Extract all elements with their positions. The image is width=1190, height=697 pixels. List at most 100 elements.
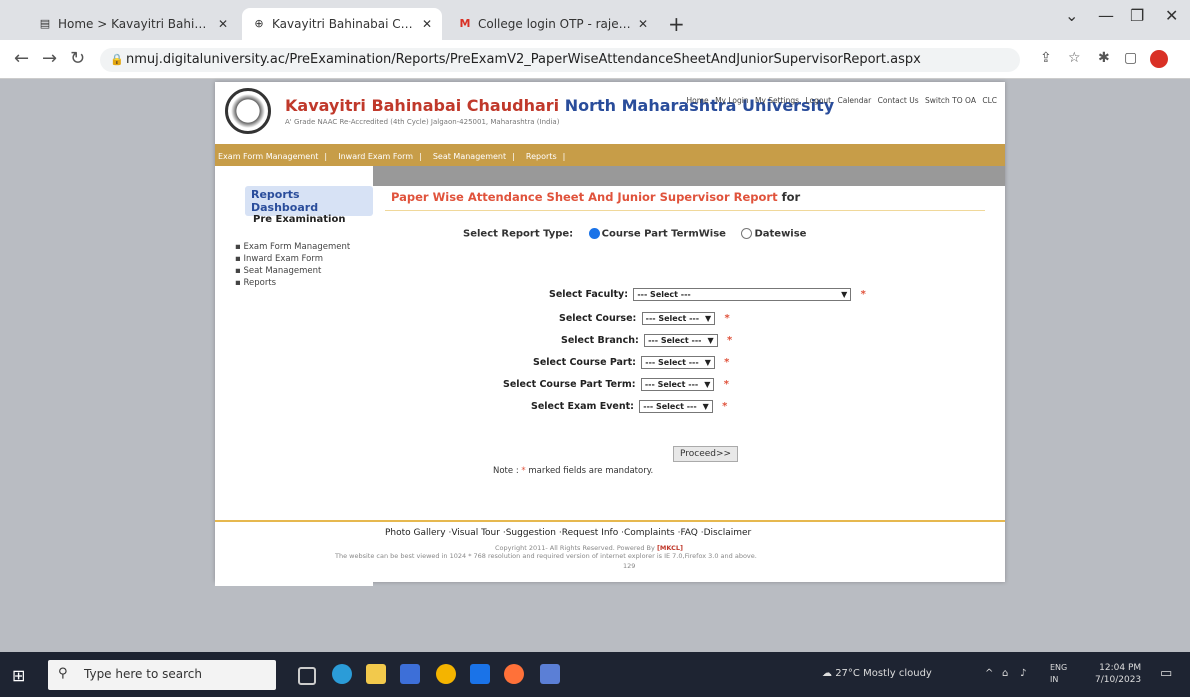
reload-icon[interactable]: ↻ [70, 48, 85, 69]
footer-link-photo-gallery[interactable]: Photo Gallery [385, 528, 446, 538]
footer-link-request-info[interactable]: Request Info [562, 528, 618, 538]
link-contact-us[interactable]: Contact Us [878, 96, 919, 105]
weather-temp: 27°C [835, 668, 860, 679]
store-icon[interactable] [400, 664, 420, 684]
minimize-icon[interactable]: — [1098, 6, 1114, 25]
radio-course-part-termwise[interactable] [588, 228, 600, 239]
field-label: Select Branch: [561, 335, 639, 346]
footer-link-visual-tour[interactable]: Visual Tour [451, 528, 500, 538]
search-icon: ⚲ [58, 666, 68, 681]
link-my-login[interactable]: My Login [715, 96, 749, 105]
tray-chevron-icon[interactable]: ^ [985, 668, 993, 679]
field-label: Select Faculty: [549, 289, 628, 300]
page-title: Paper Wise Attendance Sheet And Junior S… [391, 190, 800, 204]
close-icon[interactable]: ✕ [218, 17, 228, 31]
profile-avatar[interactable] [1150, 50, 1168, 68]
tab-label: College login OTP - rajeshjadha [478, 17, 632, 31]
sidebar-item-seat-management[interactable]: ▪ Seat Management [235, 266, 321, 276]
sidebar-item-reports[interactable]: ▪ Reports [235, 278, 276, 288]
note-prefix: Note : [493, 466, 519, 476]
volume-icon[interactable]: ♪ [1020, 668, 1026, 679]
address-bar-area: ← → ↻ 🔒 nmuj.digitaluniversity.ac/PreExa… [0, 40, 1190, 79]
notification-icon[interactable]: ▭ [1160, 666, 1172, 681]
select-value: --- Select --- [645, 314, 700, 323]
sidebar-item-label: Exam Form Management [243, 242, 351, 252]
sidebar-item-exam-form-management[interactable]: ▪ Exam Form Management [235, 242, 350, 252]
footer-link-suggestion[interactable]: Suggestion [506, 528, 556, 538]
weather-widget[interactable]: ☁ 27°C Mostly cloudy [822, 668, 932, 679]
file-explorer-icon[interactable] [366, 664, 386, 684]
clock[interactable]: 12:04 PM 7/10/2023 [1095, 662, 1141, 686]
exam-event-row: Select Exam Event: --- Select --- ▼ * [531, 400, 727, 413]
course-part-select[interactable]: --- Select --- ▼ [641, 356, 715, 369]
extensions-icon[interactable]: ✱ [1098, 50, 1110, 66]
link-my-settings[interactable]: My Settings [755, 96, 799, 105]
footer-link-faq[interactable]: FAQ [680, 528, 697, 538]
mail-icon[interactable] [470, 664, 490, 684]
mandatory-note: Note : * marked fields are mandatory. [493, 466, 653, 476]
radio-label: Course Part TermWise [601, 228, 726, 240]
chevron-down-icon: ▼ [707, 336, 714, 345]
radio-datewise[interactable] [741, 228, 753, 239]
copyright-text: Copyright 2011- All Rights Reserved. Pow… [495, 544, 655, 552]
maximize-icon[interactable]: ❐ [1130, 6, 1144, 25]
star-icon[interactable]: ☆ [1068, 50, 1081, 66]
link-switch-oa[interactable]: Switch TO OA [925, 96, 976, 105]
tab-gmail[interactable]: M College login OTP - rajeshjadha ✕ [448, 8, 658, 40]
sidebar-title[interactable]: Reports Dashboard [245, 186, 373, 216]
powered-by[interactable]: [MKCL] [657, 544, 683, 552]
menu-exam-form-management[interactable]: Exam Form Management [215, 152, 321, 161]
forward-icon[interactable]: → [42, 48, 57, 69]
best-view-text: The website can be best viewed in 1024 *… [335, 552, 757, 560]
firefox-icon[interactable] [504, 664, 524, 684]
exam-event-select[interactable]: --- Select --- ▼ [639, 400, 713, 413]
menu-seat-management[interactable]: Seat Management [430, 152, 509, 161]
proceed-button[interactable]: Proceed>> [673, 446, 739, 462]
taskbar-search[interactable]: ⚲ Type here to search [48, 660, 276, 690]
sidebar-item-label: Inward Exam Form [243, 254, 323, 264]
sidebar-item-inward-exam-form[interactable]: ▪ Inward Exam Form [235, 254, 323, 264]
link-calendar[interactable]: Calendar [838, 96, 872, 105]
share-icon[interactable]: ⇪ [1040, 50, 1052, 66]
link-clc[interactable]: CLC [982, 96, 997, 105]
university-logo [225, 88, 271, 134]
tab-home[interactable]: ▤ Home > Kavayitri Bahinabai Cha ✕ [28, 8, 238, 40]
course-select[interactable]: --- Select --- ▼ [641, 312, 716, 325]
back-icon[interactable]: ← [14, 48, 29, 69]
url-bar[interactable]: 🔒 nmuj.digitaluniversity.ac/PreExaminati… [100, 48, 1020, 72]
field-label: Select Course Part: [533, 357, 636, 368]
chevron-down-icon[interactable]: ⌄ [1065, 6, 1078, 25]
select-value: --- Select --- [648, 336, 702, 345]
edge-icon[interactable] [332, 664, 352, 684]
app-icon[interactable] [540, 664, 560, 684]
link-logout[interactable]: Logout [805, 96, 831, 105]
new-tab-icon[interactable]: + [668, 12, 685, 36]
footer-link-disclaimer[interactable]: Disclaimer [704, 528, 752, 538]
sidebar: Reports Dashboard Pre Examination ▪ Exam… [215, 166, 373, 586]
sidebar-subtitle: Pre Examination [253, 214, 346, 225]
windows-start-icon[interactable]: ⊞ [12, 666, 25, 685]
select-value: --- Select --- [645, 358, 699, 367]
chrome-icon[interactable] [436, 664, 456, 684]
chevron-down-icon: ▼ [705, 314, 712, 323]
weather-icon: ☁ [822, 668, 832, 679]
tab-label: Kavayitri Bahinabai Chaudhari N [272, 17, 416, 31]
course-part-term-select[interactable]: --- Select --- ▼ [640, 378, 715, 391]
sidepanel-icon[interactable]: ▢ [1124, 50, 1137, 66]
faculty-select[interactable]: --- Select --- ▼ [633, 288, 852, 301]
menu-reports[interactable]: Reports [523, 152, 560, 161]
close-icon[interactable]: ✕ [638, 17, 648, 31]
close-icon[interactable]: ✕ [422, 17, 432, 31]
task-view-icon[interactable] [298, 667, 316, 685]
window-close-icon[interactable]: ✕ [1165, 6, 1178, 25]
tab-active[interactable]: ⊕ Kavayitri Bahinabai Chaudhari N ✕ [242, 8, 442, 40]
url-text: nmuj.digitaluniversity.ac/PreExamination… [126, 52, 921, 67]
link-home[interactable]: Home [687, 96, 709, 105]
branch-select[interactable]: --- Select --- ▼ [644, 334, 718, 347]
network-icon[interactable]: ⌂ [1002, 668, 1008, 679]
menu-inward-exam-form[interactable]: Inward Exam Form [335, 152, 416, 161]
sidebar-item-label: Reports [243, 278, 277, 288]
footer-link-complaints[interactable]: Complaints [624, 528, 675, 538]
language-indicator[interactable]: ENG IN [1050, 662, 1067, 686]
page-title-for: for [781, 190, 801, 204]
